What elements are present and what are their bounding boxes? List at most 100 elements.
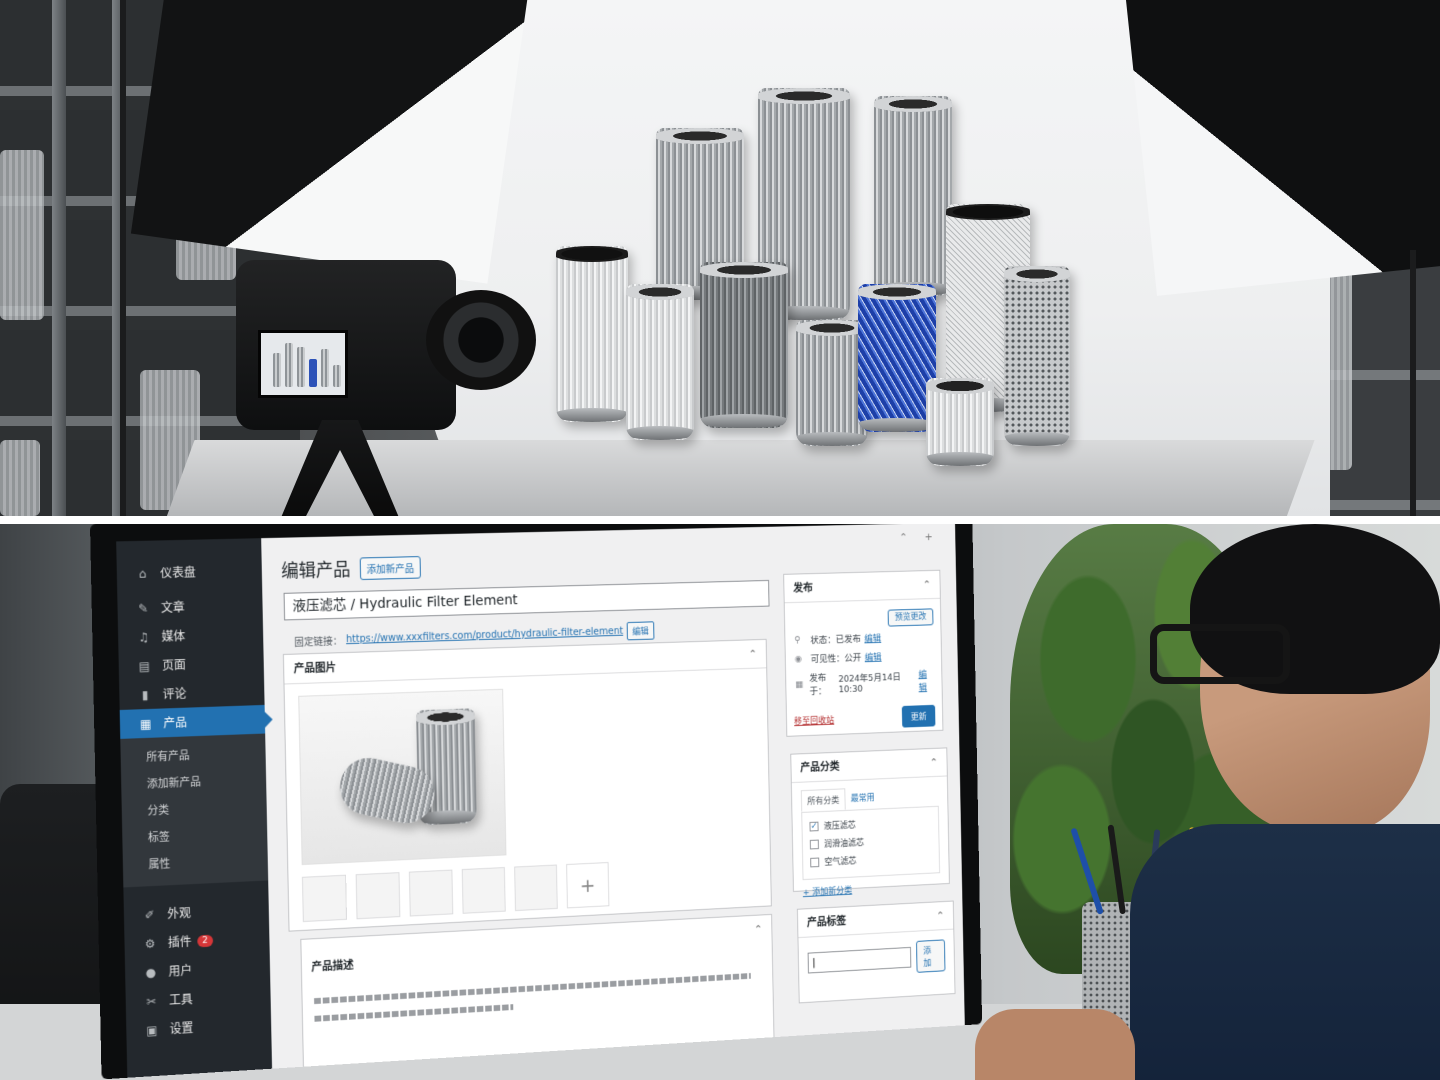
add-new-product-button[interactable]: 添加新产品 bbox=[359, 555, 421, 580]
checkbox[interactable] bbox=[809, 839, 819, 849]
camera-lens bbox=[426, 290, 536, 390]
person bbox=[1130, 524, 1440, 1080]
collapse-icon[interactable]: ⌃ bbox=[936, 902, 945, 930]
collapse-icon[interactable]: ⌃ bbox=[923, 571, 932, 599]
category-item[interactable]: 润滑油滤芯 bbox=[809, 832, 932, 850]
category-label: 润滑油滤芯 bbox=[824, 838, 865, 850]
brush-icon: ✐ bbox=[144, 907, 155, 922]
filter-element bbox=[700, 262, 788, 428]
filter-element bbox=[926, 378, 994, 466]
sidebar-item-label: 文章 bbox=[160, 600, 185, 616]
shelf-filter bbox=[0, 440, 40, 516]
wrench-icon: ✂ bbox=[146, 993, 157, 1009]
calendar-icon: ▦ bbox=[795, 678, 804, 690]
product-tags-heading: 产品标签 bbox=[806, 914, 847, 930]
wordpress-admin-screen: ⌂ 仪表盘 ✎ 文章 ♫ 媒体 ▤ 页面 ▮ 评论 ▦ 产品 所有产品 添加新产品 分类 标… bbox=[116, 524, 965, 1078]
sidebar-item-label: 用户 bbox=[168, 963, 193, 979]
tab-all-categories[interactable]: 所有分类 bbox=[800, 788, 846, 812]
screen-options-icons[interactable]: ⌃ + bbox=[899, 530, 939, 543]
permalink-edit-button[interactable]: 编辑 bbox=[626, 621, 655, 641]
status-value: 已发布 bbox=[835, 634, 862, 646]
add-new-category-link[interactable]: + 添加新分类 bbox=[803, 883, 852, 898]
sidebar-item-media[interactable]: ♫ 媒体 bbox=[118, 619, 264, 652]
add-image-button[interactable]: + bbox=[566, 862, 610, 909]
media-icon: ♫ bbox=[138, 629, 150, 645]
filter-element-mesh bbox=[1004, 266, 1070, 446]
tag-input[interactable]: | bbox=[807, 946, 912, 974]
admin-sidebar: ⌂ 仪表盘 ✎ 文章 ♫ 媒体 ▤ 页面 ▮ 评论 ▦ 产品 所有产品 添加新产品 分类 标… bbox=[116, 538, 273, 1078]
image-thumbnail[interactable] bbox=[461, 867, 506, 914]
category-label: 空气滤芯 bbox=[824, 856, 857, 868]
collapse-icon[interactable]: ⌃ bbox=[930, 749, 939, 777]
camera-screen bbox=[258, 330, 348, 398]
publish-header[interactable]: 发布 ⌃ bbox=[784, 570, 940, 604]
admin-main: ⌃ + 编辑产品 添加新产品 液压滤芯 / Hydraulic Filter E… bbox=[273, 524, 965, 1077]
collapse-icon[interactable]: ⌃ bbox=[748, 640, 758, 669]
product-images-heading: 产品图片 bbox=[293, 661, 337, 676]
submenu-attributes[interactable]: 属性 bbox=[123, 846, 268, 880]
category-label: 液压滤芯 bbox=[823, 820, 856, 832]
permalink-label: 固定链接： bbox=[294, 636, 343, 649]
preview-changes-button[interactable]: 预览更改 bbox=[887, 608, 934, 627]
monitor: ⌂ 仪表盘 ✎ 文章 ♫ 媒体 ▤ 页面 ▮ 评论 ▦ 产品 所有产品 添加新产品 分类 标… bbox=[90, 524, 983, 1080]
softbox-right bbox=[1124, 0, 1440, 296]
sidebar-item-label: 媒体 bbox=[161, 629, 186, 644]
add-tag-button[interactable]: 添加 bbox=[916, 939, 946, 973]
checkbox[interactable] bbox=[810, 857, 820, 867]
sidebar-item-posts[interactable]: ✎ 文章 bbox=[117, 590, 263, 623]
image-thumbnail[interactable] bbox=[355, 872, 401, 920]
sidebar-item-label: 工具 bbox=[169, 992, 193, 1008]
category-checklist: ✓ 液压滤芯 润滑油滤芯 空气滤芯 bbox=[801, 805, 941, 881]
person-shirt bbox=[1130, 824, 1440, 1080]
main-product-image[interactable] bbox=[298, 688, 507, 866]
edit-date-link[interactable]: 编辑 bbox=[918, 666, 933, 693]
status-label: 状态： bbox=[810, 634, 836, 647]
plugin-icon: ⚙ bbox=[144, 936, 156, 951]
category-item[interactable]: 空气滤芯 bbox=[810, 850, 932, 868]
collage-divider bbox=[0, 516, 1440, 524]
image-thumbnail[interactable] bbox=[301, 874, 348, 923]
permalink-url[interactable]: https://www.xxxfilters.com/product/hydra… bbox=[346, 626, 623, 645]
edit-visibility-link[interactable]: 编辑 bbox=[865, 649, 882, 663]
sidebar-item-dashboard[interactable]: ⌂ 仪表盘 bbox=[117, 556, 263, 588]
tab-most-used[interactable]: 最常用 bbox=[845, 787, 880, 810]
collapse-icon[interactable]: ⌃ bbox=[754, 915, 763, 944]
sidebar-item-label: 评论 bbox=[162, 686, 187, 702]
comment-icon: ▮ bbox=[141, 687, 149, 702]
sidebar-item-label: 仪表盘 bbox=[160, 565, 196, 581]
image-thumbnail[interactable] bbox=[408, 869, 454, 917]
user-icon: ● bbox=[145, 965, 157, 980]
dslr-camera bbox=[236, 260, 536, 430]
sidebar-item-label: 产品 bbox=[163, 715, 188, 731]
product-categories-heading: 产品分类 bbox=[800, 760, 840, 775]
move-to-trash-link[interactable]: 移至回收站 bbox=[794, 713, 834, 727]
product-title-input[interactable]: 液压滤芯 / Hydraulic Filter Element bbox=[283, 579, 770, 621]
update-count-badge: 2 bbox=[197, 934, 213, 947]
product-images-box: 产品图片 ⌃ + bbox=[282, 638, 772, 932]
light-stand bbox=[120, 0, 126, 516]
glasses bbox=[1150, 624, 1290, 684]
edit-status-link[interactable]: 编辑 bbox=[864, 631, 881, 644]
person-hand bbox=[975, 1009, 1135, 1080]
published-label: 发布于： bbox=[809, 672, 827, 698]
products-submenu: 所有产品 添加新产品 分类 标签 属性 bbox=[120, 733, 269, 888]
product-tags-box: 产品标签 ⌃ | 添加 bbox=[796, 900, 956, 1004]
update-button[interactable]: 更新 bbox=[901, 704, 936, 728]
checkbox-checked[interactable]: ✓ bbox=[809, 821, 819, 832]
sidebar-item-products[interactable]: ▦ 产品 bbox=[119, 704, 266, 739]
tag-input-row: | 添加 bbox=[798, 930, 954, 990]
visibility-value: 公开 bbox=[844, 652, 862, 664]
page-header: 编辑产品 添加新产品 bbox=[281, 554, 421, 583]
publish-heading: 发布 bbox=[793, 581, 814, 595]
publish-box: 发布 ⌃ 预览更改 ⚲ 状态： 已发布 编辑 ◉ 可见性： 公开 编辑 ▦ 发布于： 2024年5… bbox=[783, 569, 944, 737]
product-description-heading: 产品描述 bbox=[311, 958, 354, 974]
pin-icon: ⚲ bbox=[794, 634, 801, 646]
shelf-post bbox=[52, 0, 66, 516]
image-thumbnail[interactable] bbox=[514, 864, 558, 912]
filter-element bbox=[874, 96, 952, 296]
dashboard-icon: ⌂ bbox=[138, 566, 147, 581]
category-item[interactable]: ✓ 液压滤芯 bbox=[809, 815, 931, 833]
shelf-filter bbox=[0, 150, 44, 320]
filter-element bbox=[626, 284, 694, 440]
visibility-label: 可见性： bbox=[810, 653, 845, 665]
